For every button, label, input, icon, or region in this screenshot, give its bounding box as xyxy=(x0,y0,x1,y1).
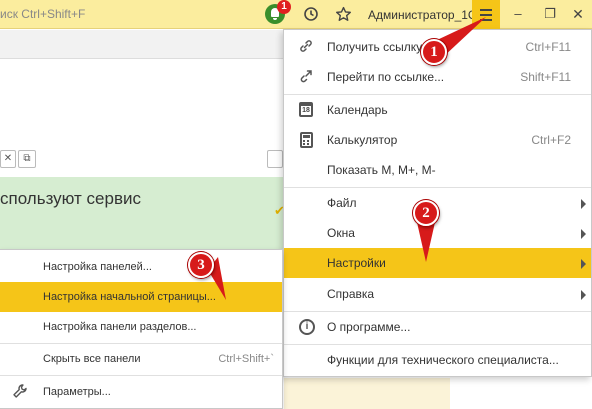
submenu-item-label: Скрыть все панели xyxy=(43,353,141,365)
menu-item-label: О программе... xyxy=(327,320,411,334)
calendar-icon: 18 xyxy=(299,102,313,117)
menu-item-label: Файл xyxy=(327,196,357,210)
menu-item-label: Показать M, M+, M- xyxy=(327,163,436,177)
banner-text: спользуют сервис xyxy=(0,189,141,208)
submenu-item-label: Настройка панелей... xyxy=(43,261,152,273)
submenu-arrow-icon xyxy=(581,290,586,300)
background-toolbar xyxy=(0,30,283,59)
calculator-icon xyxy=(300,132,313,148)
submenu-item-label: Параметры... xyxy=(43,386,111,398)
submenu-item-label: Настройка панели разделов... xyxy=(43,321,197,333)
history-icon[interactable] xyxy=(300,3,322,25)
info-icon: i xyxy=(299,319,315,335)
menu-item-shortcut: Shift+F11 xyxy=(520,70,571,84)
main-menu-button[interactable] xyxy=(472,0,500,29)
menu-item-settings[interactable]: Настройки xyxy=(284,248,591,278)
background-close-button[interactable]: ✕ xyxy=(0,150,16,168)
submenu-arrow-icon xyxy=(581,259,586,269)
settings-submenu: Настройка панелей... Настройка начальной… xyxy=(0,249,283,409)
menu-item-windows[interactable]: Окна xyxy=(284,218,591,248)
search-hint[interactable]: иск Ctrl+Shift+F xyxy=(0,7,85,21)
menu-item-label: Настройки xyxy=(327,256,386,270)
menu-item-about[interactable]: i О программе... xyxy=(284,312,591,342)
menu-item-label: Календарь xyxy=(327,103,388,117)
info-banner: спользуют сервис ✔ xyxy=(0,177,285,249)
menu-item-shortcut: Ctrl+F2 xyxy=(531,133,571,147)
link-icon xyxy=(297,38,315,56)
menu-item-tech-specialist[interactable]: Функции для технического специалиста... xyxy=(284,345,591,375)
menu-item-label: Перейти по ссылке... xyxy=(327,70,445,84)
goto-link-icon xyxy=(297,68,315,86)
wrench-icon xyxy=(12,383,28,403)
restore-button[interactable]: ❐ xyxy=(538,3,562,25)
username[interactable]: Администратор_1С xyxy=(368,8,477,22)
close-window-button[interactable]: ✕ xyxy=(566,3,590,25)
submenu-separator xyxy=(0,375,282,376)
submenu-item-label: Настройка начальной страницы... xyxy=(43,291,216,303)
submenu-item-hide-panels[interactable]: Скрыть все панели Ctrl+Shift+` xyxy=(0,344,282,374)
menu-item-calculator[interactable]: Калькулятор Ctrl+F2 xyxy=(284,125,591,155)
notification-badge: 1 xyxy=(277,0,291,14)
minimize-button[interactable]: ‒ xyxy=(506,3,530,25)
submenu-item-parameters[interactable]: Параметры... xyxy=(0,377,282,407)
callout-marker-2: 2 xyxy=(413,200,439,226)
submenu-item-panels[interactable]: Настройка панелей... xyxy=(0,252,282,282)
submenu-item-start-page[interactable]: Настройка начальной страницы... xyxy=(0,282,282,312)
main-dropdown-menu: Получить ссылку... Ctrl+F11 Перейти по с… xyxy=(283,29,592,377)
submenu-arrow-icon xyxy=(581,199,586,209)
menu-item-label: Функции для технического специалиста... xyxy=(327,353,559,367)
menu-item-label: Калькулятор xyxy=(327,133,398,147)
callout-marker-3: 3 xyxy=(188,252,214,278)
background-side-button[interactable] xyxy=(267,150,283,168)
submenu-arrow-icon xyxy=(581,229,586,239)
menu-item-shortcut: Ctrl+F11 xyxy=(525,40,571,54)
menu-item-label: Справка xyxy=(327,287,375,301)
menu-item-goto-link[interactable]: Перейти по ссылке... Shift+F11 xyxy=(284,62,591,92)
title-bar: иск Ctrl+Shift+F 1 Администратор_1С ‒ ❐ … xyxy=(0,0,592,29)
background-panel xyxy=(284,378,450,409)
favorites-star-icon[interactable] xyxy=(332,3,354,25)
menu-item-help[interactable]: Справка xyxy=(284,279,591,309)
menu-item-label: Получить ссылку... xyxy=(327,40,431,54)
callout-marker-1: 1 xyxy=(421,39,447,65)
submenu-item-sections-panel[interactable]: Настройка панели разделов... xyxy=(0,312,282,342)
menu-item-label: Окна xyxy=(327,226,355,240)
submenu-item-shortcut: Ctrl+Shift+` xyxy=(218,353,274,365)
menu-item-show-memory[interactable]: Показать M, M+, M- xyxy=(284,155,591,185)
background-popout-button[interactable]: ⧉ xyxy=(18,150,36,168)
menu-item-calendar[interactable]: 18 Календарь xyxy=(284,95,591,125)
